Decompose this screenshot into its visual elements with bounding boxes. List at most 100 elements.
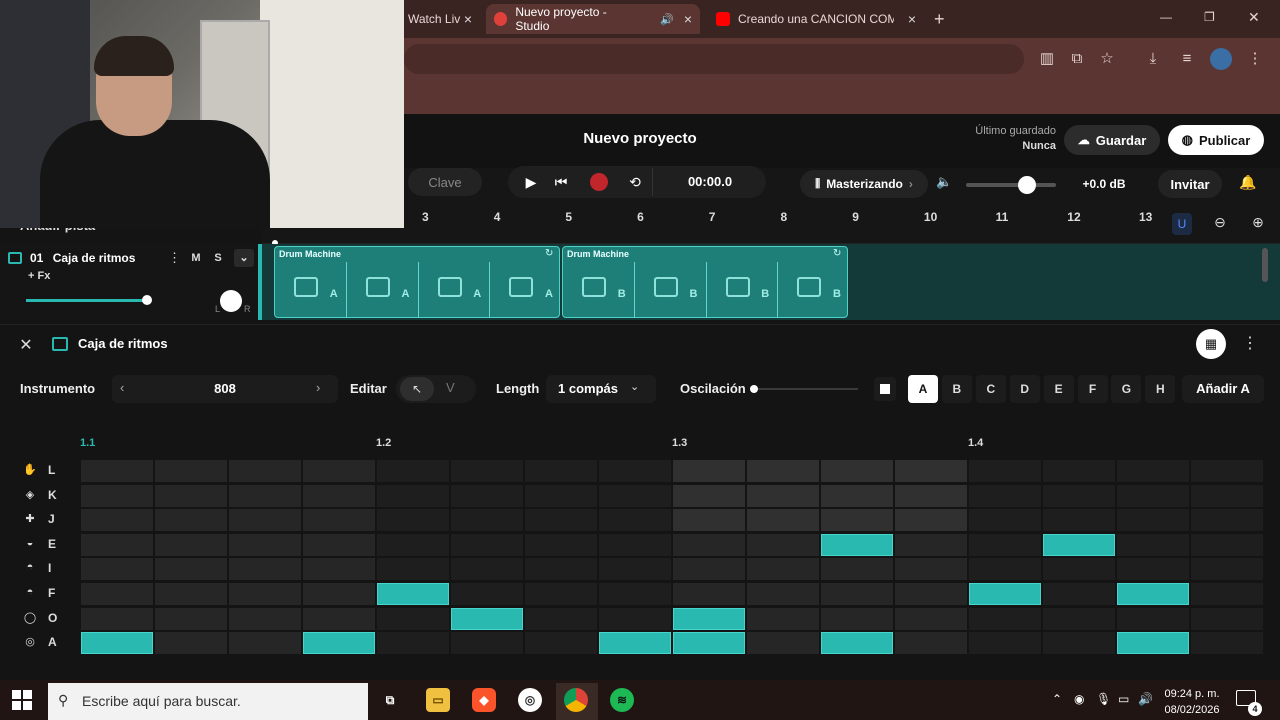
step-cell[interactable]: [229, 558, 301, 581]
browser-menu-icon[interactable]: ⋮: [1244, 48, 1266, 70]
track-title[interactable]: 01 Caja de ritmos: [30, 251, 135, 265]
step-cell-active[interactable]: [821, 632, 893, 655]
step-cell[interactable]: [673, 460, 745, 482]
step-cell[interactable]: [525, 632, 597, 655]
download-icon[interactable]: ⤓: [1142, 48, 1164, 70]
step-cell[interactable]: [599, 607, 671, 630]
chevron-right-icon[interactable]: ›: [316, 380, 320, 395]
close-tab-icon[interactable]: ×: [684, 11, 692, 27]
step-cell[interactable]: [451, 632, 523, 655]
step-cell[interactable]: [377, 558, 449, 581]
step-cell[interactable]: [969, 607, 1041, 630]
step-cell[interactable]: [821, 484, 893, 507]
step-cell[interactable]: [451, 460, 523, 482]
step-cell[interactable]: [673, 484, 745, 507]
step-cell[interactable]: [229, 484, 301, 507]
step-cell[interactable]: [599, 484, 671, 507]
step-cell[interactable]: [155, 583, 227, 605]
zoom-in-icon[interactable]: ⊕: [1248, 214, 1268, 231]
bell-icon[interactable]: 🔔: [1238, 174, 1258, 191]
record-icon[interactable]: [590, 173, 608, 191]
step-cell[interactable]: [747, 607, 819, 630]
obs-icon[interactable]: ◎: [518, 688, 542, 712]
step-cell[interactable]: [377, 484, 449, 507]
zoom-out-icon[interactable]: ⊖: [1210, 214, 1230, 231]
track-volume-handle[interactable]: [142, 295, 152, 305]
play-icon[interactable]: ▶: [520, 171, 542, 193]
step-cell[interactable]: [895, 460, 967, 482]
step-cell-active[interactable]: [599, 632, 671, 655]
step-cell[interactable]: [747, 460, 819, 482]
step-cell[interactable]: [1043, 484, 1115, 507]
step-cell[interactable]: [1191, 558, 1263, 581]
bookmark-star-icon[interactable]: ☆: [1096, 48, 1118, 70]
step-cell[interactable]: [81, 509, 153, 532]
step-cell[interactable]: [1043, 460, 1115, 482]
profile-avatar[interactable]: [1210, 48, 1232, 70]
step-cell[interactable]: [1043, 607, 1115, 630]
step-cell[interactable]: [969, 484, 1041, 507]
step-cell[interactable]: [155, 484, 227, 507]
loop-icon[interactable]: ⟲: [624, 171, 646, 193]
cowbell-icon[interactable]: ◈: [22, 488, 38, 501]
step-cell[interactable]: [229, 533, 301, 556]
new-tab-button[interactable]: +: [934, 9, 945, 30]
add-fx-button[interactable]: + Fx: [28, 270, 50, 282]
step-cell[interactable]: [451, 484, 523, 507]
webcam-tray-icon[interactable]: ◉: [1074, 692, 1084, 706]
chevron-down-icon[interactable]: ⌄: [234, 249, 254, 267]
step-cell[interactable]: [303, 533, 375, 556]
windows-start-icon[interactable]: [12, 690, 32, 710]
step-cell[interactable]: [525, 484, 597, 507]
step-cell-active[interactable]: [1043, 533, 1115, 556]
step-cell[interactable]: [821, 607, 893, 630]
magnet-snap-icon[interactable]: U: [1172, 213, 1192, 235]
step-cell[interactable]: [673, 533, 745, 556]
step-cell[interactable]: [599, 509, 671, 532]
step-cell[interactable]: [303, 460, 375, 482]
step-cell[interactable]: [895, 632, 967, 655]
step-cell[interactable]: [229, 607, 301, 630]
step-cell[interactable]: [969, 460, 1041, 482]
project-title[interactable]: Nuevo proyecto: [560, 130, 720, 147]
step-cell[interactable]: [821, 558, 893, 581]
spotify-icon[interactable]: ≋: [610, 688, 634, 712]
solo-button[interactable]: S: [208, 249, 228, 267]
pan-knob[interactable]: [220, 290, 242, 312]
step-cell[interactable]: [747, 533, 819, 556]
media-control-icon[interactable]: ≡: [1176, 48, 1198, 70]
chevron-up-icon[interactable]: ⌃: [1052, 692, 1062, 706]
close-icon[interactable]: ✕: [14, 334, 38, 358]
step-cell[interactable]: [969, 533, 1041, 556]
step-cell[interactable]: [895, 558, 967, 581]
piano-keys-icon[interactable]: ▦: [1196, 329, 1226, 359]
publish-button[interactable]: ◍ Publicar: [1168, 125, 1264, 155]
minimize-button[interactable]: —: [1160, 10, 1172, 24]
network-icon[interactable]: ▭: [1118, 692, 1129, 706]
step-cell-active[interactable]: [303, 632, 375, 655]
key-button[interactable]: Clave: [408, 168, 482, 196]
chevron-down-icon[interactable]: ⌄: [630, 380, 639, 393]
clap-icon[interactable]: ✋: [22, 463, 38, 476]
step-cell[interactable]: [303, 558, 375, 581]
step-cell[interactable]: [1191, 607, 1263, 630]
step-cell[interactable]: [599, 583, 671, 605]
master-volume-handle[interactable]: [1018, 176, 1036, 194]
tom-icon[interactable]: ◒: [22, 537, 38, 549]
swing-slider[interactable]: [754, 388, 858, 390]
step-cell[interactable]: [155, 509, 227, 532]
step-cell[interactable]: [1191, 460, 1263, 482]
mute-button[interactable]: M: [186, 249, 206, 267]
step-cell[interactable]: [451, 509, 523, 532]
step-cell[interactable]: [229, 583, 301, 605]
step-cell[interactable]: [747, 558, 819, 581]
install-app-icon[interactable]: ⧉: [1066, 48, 1088, 70]
chevron-left-icon[interactable]: ‹: [120, 380, 124, 395]
step-cell[interactable]: [525, 607, 597, 630]
step-cell[interactable]: [229, 509, 301, 532]
step-cell[interactable]: [969, 509, 1041, 532]
pattern-button-e[interactable]: E: [1043, 375, 1074, 403]
step-cell[interactable]: [303, 607, 375, 630]
close-window-button[interactable]: ✕: [1248, 9, 1260, 26]
step-cell[interactable]: [599, 558, 671, 581]
